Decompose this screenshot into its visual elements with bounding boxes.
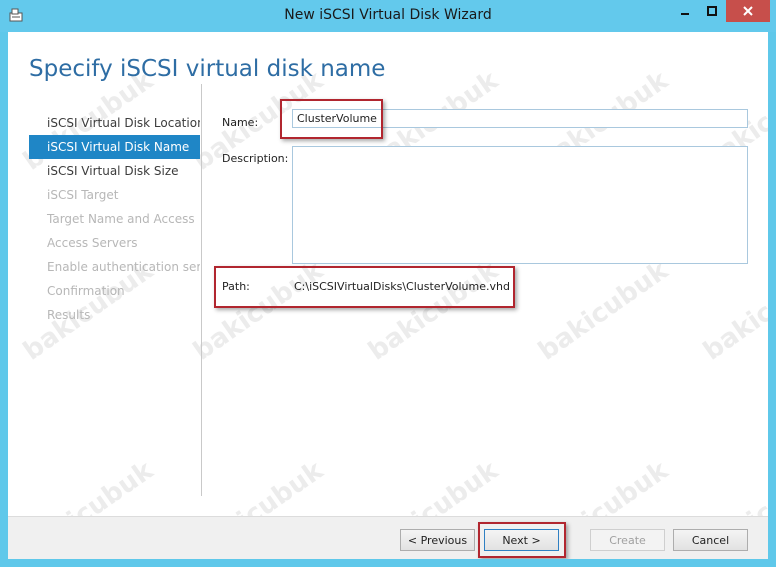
window-title: New iSCSI Virtual Disk Wizard [284,7,492,23]
minimize-icon [680,13,689,15]
nav-step-authentication: Enable authentication ser... [47,260,200,274]
wizard-step-list: iSCSI Virtual Disk Location iSCSI Virtua… [29,111,200,327]
watermark: bakicubuk [533,255,674,367]
wizard-client-area: bakicubuk bakicubuk bakicubuk bakicubuk … [8,32,768,559]
nav-step-results: Results [47,308,91,322]
nav-step-target-name-access: Target Name and Access [47,212,195,226]
page-title: Specify iSCSI virtual disk name [29,56,386,82]
description-input[interactable] [292,146,748,264]
close-button[interactable] [726,0,770,22]
nav-step-disk-size[interactable]: iSCSI Virtual Disk Size [29,159,200,183]
maximize-icon [706,6,717,16]
minimize-button[interactable] [671,0,698,22]
cancel-button[interactable]: Cancel [673,529,748,551]
maximize-button[interactable] [698,0,725,22]
name-highlight-box [280,99,383,139]
previous-button[interactable]: < Previous [400,529,475,551]
path-highlight-box [214,266,515,308]
nav-divider [201,84,202,496]
nav-step-confirmation: Confirmation [47,284,125,298]
nav-step-disk-name[interactable]: iSCSI Virtual Disk Name [29,135,200,159]
title-bar[interactable]: New iSCSI Virtual Disk Wizard [0,0,776,32]
nav-step-iscsi-target: iSCSI Target [47,188,119,202]
watermark: bakicubuk [698,255,768,367]
nav-step-access-servers: Access Servers [47,236,138,250]
create-button: Create [590,529,665,551]
nav-step-disk-location[interactable]: iSCSI Virtual Disk Location [29,111,200,135]
description-label: Description: [222,152,289,165]
name-label: Name: [222,116,259,129]
close-icon [743,6,753,16]
next-highlight-box [478,522,566,558]
